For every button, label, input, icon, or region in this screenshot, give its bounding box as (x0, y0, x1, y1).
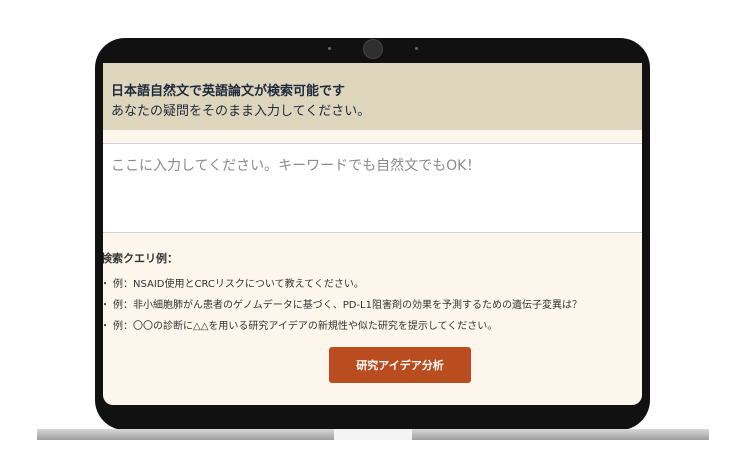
examples-heading: 検索クエリ例： (103, 252, 178, 265)
query-input-placeholder: ここに入力してください。キーワードでも自然文でもOK！ (111, 158, 481, 174)
research-idea-analysis-button[interactable]: 研究アイデア分析 (329, 347, 471, 383)
app-screen: 日本語自然文で英語論文が検索可能です あなたの疑問をそのまま入力してください。 … (103, 63, 642, 405)
laptop-base-notch (334, 429, 412, 440)
example-query-item[interactable]: ・例：NSAID使用とCRCリスクについて教えてください。 (103, 275, 364, 290)
sensor-dot-right (415, 47, 418, 50)
bullet: ・ (103, 317, 113, 332)
example-query-item[interactable]: ・例：非小細胞肺がん患者のゲノムデータに基づく、PD-L1阻害剤の効果を予測する… (103, 296, 582, 311)
bullet: ・ (103, 296, 113, 311)
header-panel: 日本語自然文で英語論文が検索可能です あなたの疑問をそのまま入力してください。 (103, 63, 642, 130)
webcam-icon (363, 39, 383, 59)
bullet: ・ (103, 275, 113, 290)
sensor-dot-left (328, 47, 331, 50)
example-query-text: 例：非小細胞肺がん患者のゲノムデータに基づく、PD-L1阻害剤の効果を予測するた… (113, 300, 582, 311)
example-query-text: 例：NSAID使用とCRCリスクについて教えてください。 (113, 279, 364, 290)
query-input[interactable]: ここに入力してください。キーワードでも自然文でもOK！ (103, 143, 642, 233)
page-subtitle: あなたの疑問をそのまま入力してください。 (111, 104, 371, 119)
page-title: 日本語自然文で英語論文が検索可能です (111, 84, 346, 99)
example-query-item[interactable]: ・例：〇〇の診断に△△を用いる研究アイデアの新規性や似た研究を提示してください。 (103, 317, 497, 332)
example-query-text: 例：〇〇の診断に△△を用いる研究アイデアの新規性や似た研究を提示してください。 (113, 321, 498, 332)
